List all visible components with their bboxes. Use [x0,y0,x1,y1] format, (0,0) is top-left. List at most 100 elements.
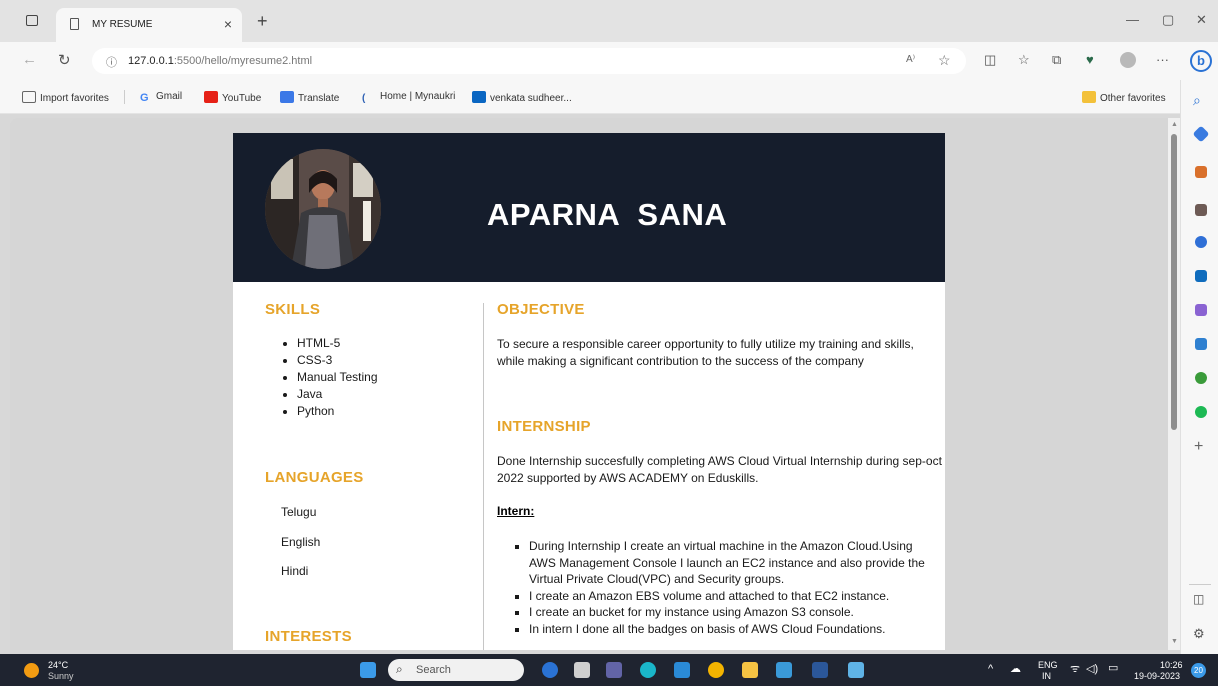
tab-my-resume[interactable]: MY RESUME × [56,8,242,42]
new-tab-button[interactable]: + [257,11,268,32]
games-icon[interactable] [1195,204,1207,216]
list-item: In intern I done all the badges on basis… [529,621,941,638]
bing-copilot-icon[interactable]: b [1190,50,1212,72]
word-icon[interactable] [812,662,828,678]
weather-sun-icon[interactable] [24,663,39,678]
taskbar-search-box[interactable]: ⌕ Search [388,659,524,681]
resume-page: APARNA SANA SKILLS HTML-5 CSS-3 Manual T… [233,133,945,650]
split-screen-icon[interactable]: ◫ [984,52,996,68]
scroll-down-icon[interactable]: ▼ [1171,638,1178,645]
address-bar[interactable]: ⓘ 127.0.0.1:5500/hello/myresume2.html A⁾… [92,48,966,74]
microsoft-365-icon[interactable] [1195,236,1207,248]
tab-actions-icon[interactable] [26,15,38,26]
clock-time[interactable]: 10:26 [1160,660,1183,670]
show-hidden-icons[interactable]: ^ [988,664,993,675]
shopping-icon[interactable] [1192,125,1210,143]
resume-name: APARNA SANA [487,197,728,232]
toolbar: ⓘ 127.0.0.1:5500/hello/myresume2.html A⁾… [0,42,1218,80]
collections-icon[interactable]: ⧉ [1052,52,1061,68]
scroll-up-icon[interactable]: ▲ [1171,121,1178,128]
page-viewport[interactable]: APARNA SANA SKILLS HTML-5 CSS-3 Manual T… [10,118,1168,650]
restore-icon[interactable]: ▢ [1162,12,1174,28]
language-item: Telugu [281,505,317,519]
weather-temp[interactable]: 24°C [48,660,68,670]
scrollbar-thumb[interactable] [1171,134,1177,430]
tab-title: MY RESUME [92,19,153,30]
windows-start-icon[interactable] [360,662,376,678]
tools-icon[interactable] [1195,166,1207,178]
onedrive-icon[interactable]: ☁ [1010,664,1021,675]
favorite-translate[interactable]: Translate [280,91,339,104]
sidebar-settings-icon[interactable]: ⚙ [1193,626,1205,642]
volume-icon[interactable]: ◁) [1086,664,1098,675]
list-item: Manual Testing [297,369,378,386]
add-sidebar-app-icon[interactable]: + [1194,438,1203,456]
refresh-icon[interactable]: ↻ [58,51,71,69]
vertical-scrollbar[interactable]: ▲ ▼ [1168,118,1180,650]
windows-taskbar: 24°C Sunny ⌕ Search ^ ☁ ENG IN ᯤ ◁) ▭ 10… [0,654,1218,686]
edge-sidebar: ⌕ + ◫ ⚙ [1180,80,1218,654]
outlook-icon[interactable] [1195,270,1207,282]
wifi-icon[interactable]: ᯤ [1070,664,1080,675]
favorites-icon[interactable]: ☆ [1018,52,1030,68]
weather-condition[interactable]: Sunny [48,671,74,681]
profile-avatar[interactable] [1120,52,1136,68]
close-window-icon[interactable]: ✕ [1196,12,1207,28]
language-region[interactable]: IN [1042,671,1051,681]
close-tab-icon[interactable]: × [224,16,232,32]
translate-icon [280,91,294,103]
youtube-icon [204,91,218,103]
extension-icon[interactable]: ♥ [1086,52,1094,67]
column-divider [483,303,484,650]
notepad-icon[interactable] [848,662,864,678]
favorites-bar: Import favorites G Gmail YouTube Translat… [0,80,1180,114]
battery-icon[interactable]: ▭ [1108,663,1118,674]
internship-heading: INTERNSHIP [497,418,591,435]
import-icon [22,91,36,103]
file-explorer-icon[interactable] [742,662,758,678]
languages-heading: LANGUAGES [265,469,364,486]
sidebar-search-icon[interactable]: ⌕ [1193,92,1201,109]
favorite-linkedin[interactable]: venkata sudheer... [472,91,572,104]
photos-icon[interactable] [776,662,792,678]
minimize-icon[interactable]: — [1126,12,1139,27]
more-options-icon[interactable]: ··· [1156,52,1169,67]
site-info-icon[interactable]: ⓘ [106,54,117,70]
favorite-import[interactable]: Import favorites [22,91,109,104]
hide-sidebar-icon[interactable]: ◫ [1193,592,1204,606]
sidebar-divider [1189,584,1211,585]
designer-icon[interactable] [1195,304,1207,316]
favorite-star-icon[interactable]: ☆ [938,52,951,69]
clock-date[interactable]: 19-09-2023 [1134,671,1180,681]
list-item: HTML-5 [297,335,378,352]
skills-list: HTML-5 CSS-3 Manual Testing Java Python [297,335,378,420]
edge-icon[interactable] [640,662,656,678]
language-code[interactable]: ENG [1038,660,1058,670]
objective-text: To secure a responsible career opportuni… [497,337,914,368]
back-icon[interactable]: ← [22,51,37,68]
other-favorites[interactable]: Other favorites [1082,91,1166,104]
bing-taskbar-icon[interactable] [542,662,558,678]
vscode-icon[interactable] [674,662,690,678]
task-view-icon[interactable] [574,662,590,678]
spotify-icon[interactable] [1195,406,1207,418]
folder-icon [1082,91,1096,103]
list-item: During Internship I create an virtual ma… [529,538,941,588]
url-text: 127.0.0.1:5500/hello/myresume2.html [128,55,313,67]
notification-badge[interactable]: 20 [1191,663,1206,678]
search-placeholder: Search [416,664,451,676]
favorite-gmail[interactable]: G Gmail [140,91,182,104]
search-icon: ⌕ [396,662,403,676]
google-icon: G [140,92,149,104]
favorite-youtube[interactable]: YouTube [204,91,261,104]
list-item: Python [297,403,378,420]
language-item: Hindi [281,564,309,578]
read-aloud-icon[interactable]: A⁾ [906,54,915,65]
page-icon [70,18,79,30]
chrome-icon[interactable] [708,662,724,678]
teams-icon[interactable] [606,662,622,678]
language-item: English [281,535,321,549]
favorite-mynaukri[interactable]: (Home | Mynaukri [362,91,455,105]
tree-icon[interactable] [1195,372,1207,384]
send-icon[interactable] [1195,338,1207,350]
